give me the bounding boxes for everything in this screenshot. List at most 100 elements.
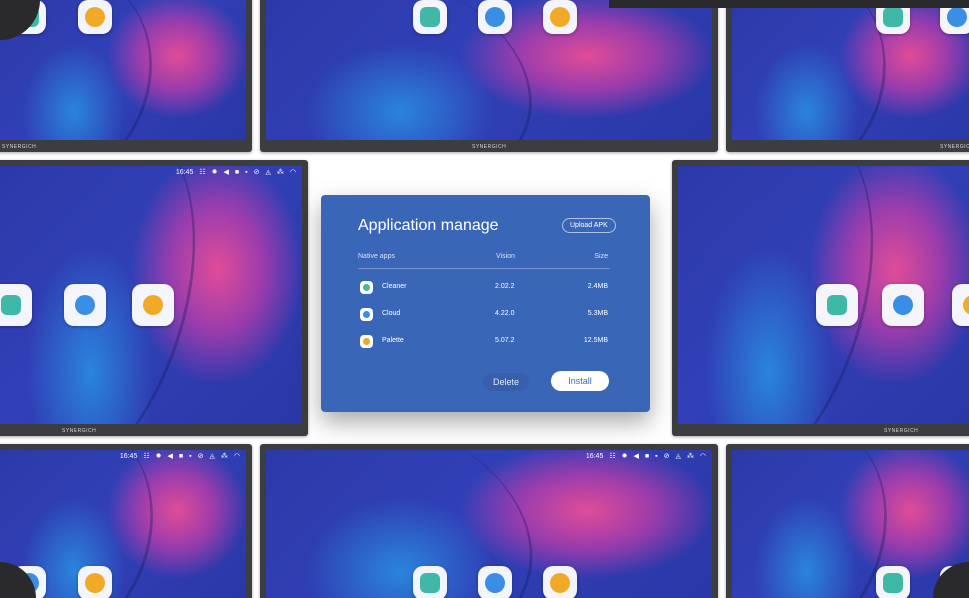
palette-icon [85, 573, 105, 593]
brand-label: SYNERGICH [940, 144, 969, 150]
sliders-icon[interactable]: ☷ [199, 168, 205, 176]
camera-icon[interactable]: ■ [235, 169, 239, 176]
display-panel: SYNERGICH [726, 0, 969, 152]
install-button[interactable]: Install [551, 371, 609, 391]
palette-app-icon[interactable] [543, 0, 577, 34]
header-divider [358, 268, 610, 269]
display-panel: 16:45 ☷ ✹ ◀ ■ ▪ ⊘ ◬ ⁂ ◠ [0, 444, 252, 598]
column-size-header: Size [594, 253, 608, 260]
app-name: Cleaner [382, 283, 407, 290]
palette-icon [550, 573, 570, 593]
column-name-header: Native apps [358, 253, 395, 260]
app-size: 5.3MB [587, 310, 608, 317]
palette-app-icon[interactable] [952, 284, 969, 326]
clock: 16:45 [175, 168, 194, 176]
cloud-app-icon[interactable] [882, 284, 924, 326]
palette-icon [550, 7, 570, 27]
app-version: 5.07.2 [495, 337, 515, 344]
display-panel: 16:45 ☷ ✹ ◀ ■ ▪ ⊘ ◬ ⁂ ◠ [260, 444, 718, 598]
record-icon[interactable]: ▪ [655, 453, 657, 460]
collage-stage: SYNERGICH SYNERGICH SYNERGICH 16:45 ☷ ✹ … [0, 0, 969, 598]
cleaner-app-icon[interactable] [816, 284, 858, 326]
clock: 16:45 [119, 452, 138, 460]
display-panel: SYNERGICH [672, 160, 969, 436]
wifi-icon[interactable]: ◠ [290, 168, 296, 176]
share-icon[interactable]: ⁂ [221, 452, 228, 460]
delete-button[interactable]: Delete [483, 373, 530, 391]
palette-icon [143, 295, 163, 315]
cleaner-app-icon[interactable] [876, 566, 910, 598]
volume-icon[interactable]: ◀ [224, 168, 229, 176]
palette-icon [360, 335, 373, 348]
share-icon[interactable]: ⁂ [277, 168, 284, 176]
network-icon[interactable]: ◬ [210, 452, 215, 460]
app-name: Cloud [382, 310, 401, 317]
status-bar: 16:45 ☷ ✹ ◀ ■ ▪ ⊘ ◬ ⁂ ◠ [585, 452, 706, 461]
brand-label: SYNERGICH [884, 428, 919, 434]
app-version: 4.22.0 [495, 310, 515, 317]
cleaner-icon [420, 7, 440, 27]
cloud-upload-icon [75, 295, 95, 315]
table-row[interactable]: Palette 5.07.2 12.5MB [358, 333, 610, 351]
cleaner-icon [1, 295, 21, 315]
upload-apk-button[interactable]: Upload APK [562, 218, 616, 233]
display-panel: 16:45 ☷ ✹ ◀ ■ ▪ ⊘ ◬ ⁂ ◠ SYNERGICH [0, 160, 308, 436]
wifi-icon[interactable]: ◠ [234, 452, 240, 460]
column-version-header: Vision [496, 253, 515, 260]
record-icon[interactable]: ▪ [245, 169, 247, 176]
app-version: 2.02.2 [495, 283, 515, 290]
cleaner-app-icon[interactable] [0, 284, 32, 326]
brightness-icon[interactable]: ✹ [156, 452, 162, 460]
network-icon[interactable]: ◬ [676, 452, 681, 460]
cleaner-icon [827, 295, 847, 315]
camera-icon[interactable]: ■ [179, 453, 183, 460]
palette-icon [85, 7, 105, 27]
palette-app-icon[interactable] [543, 566, 577, 598]
cleaner-icon [883, 573, 903, 593]
camera-icon[interactable]: ■ [645, 453, 649, 460]
cloud-app-icon[interactable] [478, 566, 512, 598]
palette-app-icon[interactable] [132, 284, 174, 326]
cloud-upload-icon [485, 7, 505, 27]
clock: 16:45 [585, 452, 604, 460]
cleaner-app-icon[interactable] [413, 566, 447, 598]
sliders-icon[interactable]: ☷ [609, 452, 615, 460]
palette-app-icon[interactable] [78, 0, 112, 34]
app-name: Palette [382, 337, 404, 344]
volume-icon[interactable]: ◀ [634, 452, 639, 460]
display-panel: SYNERGICH [0, 0, 252, 152]
status-bar: 16:45 ☷ ✹ ◀ ■ ▪ ⊘ ◬ ⁂ ◠ [119, 452, 240, 461]
sliders-icon[interactable]: ☷ [143, 452, 149, 460]
wallpaper [732, 450, 969, 598]
display-panel: SYNERGICH [260, 0, 718, 152]
table-row[interactable]: Cloud 4.22.0 5.3MB [358, 306, 610, 324]
share-icon[interactable]: ⁂ [687, 452, 694, 460]
palette-icon [963, 295, 969, 315]
brightness-icon[interactable]: ✹ [622, 452, 628, 460]
cloud-app-icon[interactable] [64, 284, 106, 326]
cleaner-app-icon[interactable] [413, 0, 447, 34]
cleaner-icon [420, 573, 440, 593]
cloud-upload-icon [893, 295, 913, 315]
table-row[interactable]: Cleaner 2.02.2 2.4MB [358, 279, 610, 297]
screenshot-icon[interactable]: ⊘ [664, 452, 670, 460]
screenshot-icon[interactable]: ⊘ [254, 168, 260, 176]
application-manage-dialog: Application manage Upload APK Native app… [321, 195, 650, 412]
cleaner-icon [360, 281, 373, 294]
screenshot-icon[interactable]: ⊘ [198, 452, 204, 460]
status-bar: 16:45 ☷ ✹ ◀ ■ ▪ ⊘ ◬ ⁂ ◠ [175, 168, 296, 177]
cloud-upload-icon [947, 7, 967, 27]
wifi-icon[interactable]: ◠ [700, 452, 706, 460]
display-panel [726, 444, 969, 598]
volume-icon[interactable]: ◀ [168, 452, 173, 460]
palette-app-icon[interactable] [78, 566, 112, 598]
cloud-app-icon[interactable] [478, 0, 512, 34]
network-icon[interactable]: ◬ [266, 168, 271, 176]
record-icon[interactable]: ▪ [189, 453, 191, 460]
cloud-upload-icon [485, 573, 505, 593]
brand-label: SYNERGICH [2, 144, 37, 150]
brightness-icon[interactable]: ✹ [212, 168, 218, 176]
cleaner-icon [883, 7, 903, 27]
wallpaper [732, 0, 969, 140]
app-size: 2.4MB [587, 283, 608, 290]
